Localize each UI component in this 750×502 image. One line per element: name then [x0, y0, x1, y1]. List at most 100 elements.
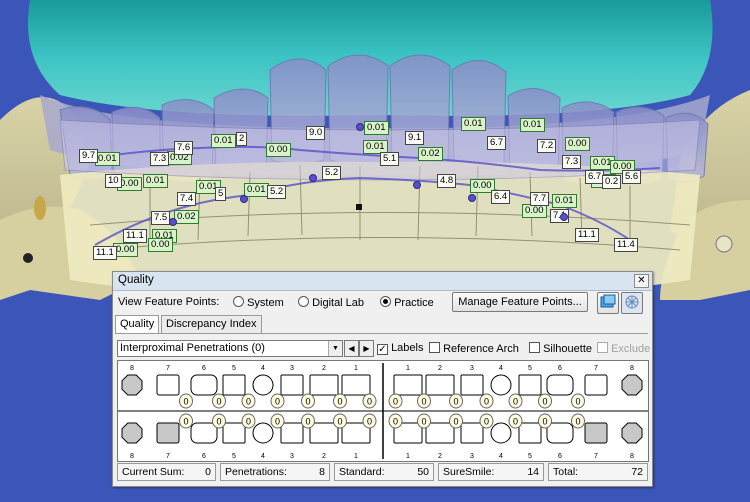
feature-point[interactable] — [560, 213, 568, 221]
radio-circle-selected[interactable] — [380, 296, 391, 307]
scan-label: 7.3 — [562, 155, 582, 169]
scan-label: 5.2 — [267, 185, 287, 199]
status-bar: Current Sum: 0 Penetrations: 8 Standard:… — [115, 463, 650, 481]
upper-tooth-number: 8 — [630, 365, 634, 372]
grid-view-button[interactable] — [621, 292, 643, 314]
upper-contact-value: 0 — [421, 397, 426, 407]
checkbox-labels-label: Labels — [391, 342, 424, 354]
lower-contact-value: 0 — [393, 417, 398, 427]
lower-tooth-number: 1 — [354, 453, 358, 460]
tooth-shape — [280, 422, 304, 444]
tooth-chart-svg: 8 8 7 7 6 6 5 5 4 4 3 3 2 2 1 1 1 1 2 2 3 3 4 4 5 5 6 6 7 7 8 8 0 0 0 0 0 0 0 0… — [118, 363, 648, 460]
feature-point[interactable] — [468, 194, 476, 202]
upper-tooth-number: 1 — [354, 365, 358, 372]
lower-tooth-number: 4 — [261, 453, 265, 460]
upper-tooth-number: 3 — [290, 365, 294, 372]
status-suresmile-label: SureSmile: — [443, 466, 495, 478]
view-mode-button[interactable] — [597, 292, 619, 314]
tab-quality[interactable]: Quality — [115, 315, 160, 334]
radio-circle[interactable] — [233, 296, 244, 307]
tab-discrepancy-index[interactable]: Discrepancy Index — [161, 315, 262, 333]
feature-point[interactable] — [413, 181, 421, 189]
checkbox-checked[interactable]: ✓ — [377, 344, 388, 355]
status-total-label: Total: — [553, 466, 579, 478]
scan-label: 5.2 — [322, 166, 342, 180]
checkbox-labels[interactable]: ✓ Labels — [377, 342, 423, 355]
next-button[interactable]: ▶ — [359, 340, 374, 357]
upper-tooth-number: 2 — [438, 365, 442, 372]
scan-label: 9.0 — [306, 126, 326, 140]
upper-tooth-number: 6 — [202, 365, 206, 372]
radio-circle[interactable] — [298, 296, 309, 307]
dialog-title: Quality — [118, 274, 154, 286]
lower-tooth-number: 1 — [406, 453, 410, 460]
status-total: Total: 72 — [548, 463, 648, 481]
status-suresmile-value: 14 — [527, 466, 539, 478]
status-current-sum-label: Current Sum: — [122, 466, 185, 478]
tooth-shape — [280, 374, 304, 396]
metric-dropdown[interactable]: Interproximal Penetrations (0) ▼ — [117, 340, 343, 357]
tooth-shape — [425, 422, 455, 444]
scan-label: 0.01 — [461, 117, 486, 131]
radio-digital-lab[interactable]: Digital Lab — [298, 296, 364, 314]
tooth-shape — [621, 422, 643, 444]
upper-tooth-number: 5 — [232, 365, 236, 372]
checkbox-reference-arch[interactable]: Reference Arch — [429, 342, 519, 355]
previous-button[interactable]: ◀ — [344, 340, 359, 357]
upper-tooth-number: 6 — [558, 365, 562, 372]
checkbox-box[interactable] — [529, 342, 540, 353]
tooth-shape — [252, 374, 274, 396]
radio-system[interactable]: System — [233, 296, 284, 314]
tooth-shape — [341, 374, 371, 396]
scan-label: 5.6 — [622, 170, 642, 184]
dialog-titlebar[interactable]: Quality ✕ — [113, 272, 652, 291]
tooth-shape — [546, 422, 574, 444]
scan-label: 5.1 — [380, 152, 400, 166]
lower-contact-value: 0 — [367, 417, 372, 427]
close-button[interactable]: ✕ — [634, 274, 649, 288]
scan-label: 0.00 — [522, 204, 547, 218]
tooth-shape — [490, 374, 512, 396]
radio-practice[interactable]: Practice — [380, 296, 434, 314]
scan-label: 7.2 — [537, 139, 557, 153]
checkbox-box[interactable] — [429, 342, 440, 353]
tooth-shape — [222, 374, 246, 396]
tooth-shape — [190, 422, 218, 444]
feature-point[interactable] — [309, 174, 317, 182]
lower-tooth-number: 7 — [594, 453, 598, 460]
feature-point[interactable] — [356, 123, 364, 131]
lower-contact-value: 0 — [542, 417, 547, 427]
manage-feature-points-button[interactable]: Manage Feature Points... — [452, 292, 588, 312]
tooth-shape — [393, 374, 423, 396]
tooth-shape — [156, 374, 180, 396]
grid-icon — [625, 295, 639, 309]
upper-tooth-number: 3 — [470, 365, 474, 372]
scan-label: 11.1 — [123, 229, 147, 243]
radio-digital-lab-label: Digital Lab — [312, 297, 365, 309]
tooth-shape — [584, 422, 608, 444]
upper-contact-value: 0 — [575, 397, 580, 407]
tooth-shape — [546, 374, 574, 396]
lower-tooth-number: 6 — [558, 453, 562, 460]
tab-divider — [115, 333, 648, 334]
upper-contact-value: 0 — [453, 397, 458, 407]
scan-label: 0.01 — [520, 118, 545, 132]
scan-label: 0.02 — [418, 147, 443, 161]
lower-tooth-number: 8 — [130, 453, 134, 460]
feature-point[interactable] — [169, 218, 177, 226]
upper-contact-value: 0 — [183, 397, 188, 407]
tooth-shape — [190, 374, 218, 396]
upper-contact-value: 0 — [542, 397, 547, 407]
lower-contact-value: 0 — [183, 417, 188, 427]
upper-tooth-number: 4 — [499, 365, 503, 372]
checkbox-silhouette[interactable]: Silhouette — [529, 342, 592, 355]
checkbox-reference-arch-label: Reference Arch — [443, 343, 519, 355]
chevron-down-icon[interactable]: ▼ — [328, 341, 342, 356]
scan-label: 0.2 — [602, 175, 622, 189]
lower-contact-value: 0 — [575, 417, 580, 427]
scan-label: 7.7 — [530, 192, 550, 206]
tooth-shape — [425, 374, 455, 396]
feature-point[interactable] — [240, 195, 248, 203]
scan-label: 6.4 — [491, 190, 511, 204]
upper-contact-value: 0 — [484, 397, 489, 407]
